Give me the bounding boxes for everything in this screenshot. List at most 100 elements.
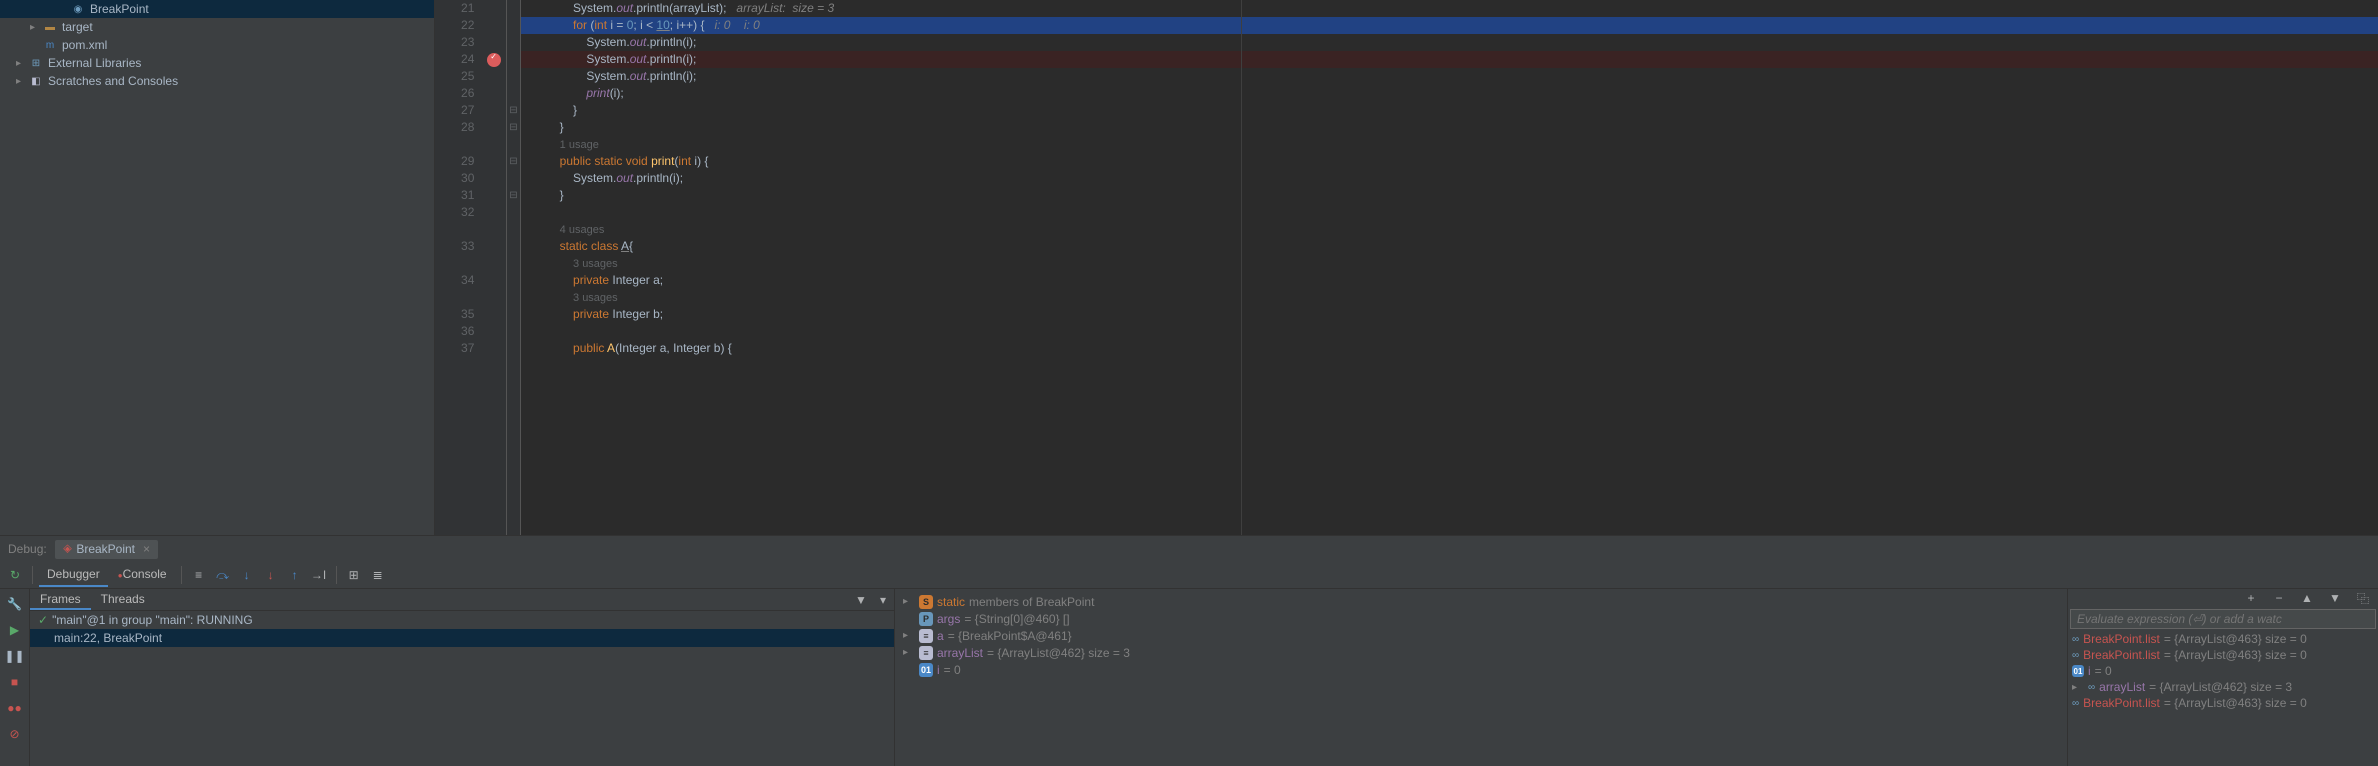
line-number[interactable]: 30 <box>435 170 474 187</box>
expand-icon[interactable]: ▸ <box>16 76 28 87</box>
expand-icon[interactable]: ▸ <box>903 647 915 658</box>
tree-label: pom.xml <box>62 38 107 52</box>
expand-icon[interactable]: ▸ <box>903 596 915 607</box>
var-row[interactable]: ▸ S static members of BreakPoint <box>899 593 2063 610</box>
variables-panel[interactable]: ▸ S static members of BreakPoint P args … <box>895 589 2068 766</box>
frame-label: main:22, BreakPoint <box>54 631 162 645</box>
expand-icon[interactable]: ▸ <box>30 22 42 33</box>
move-up-button[interactable]: ▲ <box>2296 587 2318 609</box>
code-text[interactable]: System.out.println(arrayList); arrayList… <box>521 0 2378 535</box>
line-number[interactable]: 22 <box>435 17 474 34</box>
pause-button[interactable]: ❚❚ <box>4 645 26 667</box>
step-into-button[interactable]: ↓ <box>236 564 258 586</box>
fold-icon[interactable]: ⊟ <box>507 102 520 119</box>
tree-label: External Libraries <box>48 56 141 70</box>
watch-row[interactable]: ∞BreakPoint.list = {ArrayList@463} size … <box>2068 631 2378 647</box>
link-icon: ∞ <box>2072 634 2079 645</box>
tab-frames[interactable]: Frames <box>30 589 91 610</box>
fold-icon[interactable]: ⊟ <box>507 187 520 204</box>
watch-row[interactable]: ∞BreakPoint.list = {ArrayList@463} size … <box>2068 647 2378 663</box>
line-number[interactable]: 37 <box>435 340 474 357</box>
evaluate-input[interactable] <box>2070 609 2376 629</box>
view-breakpoints-button[interactable]: ●● <box>4 697 26 719</box>
line-number[interactable]: 21 <box>435 0 474 17</box>
tree-item-pom[interactable]: m pom.xml <box>0 36 434 54</box>
add-watch-button[interactable]: + <box>2240 587 2262 609</box>
line-number[interactable]: 23 <box>435 34 474 51</box>
var-row[interactable]: ▸ ≡ arrayList = {ArrayList@462} size = 3 <box>899 644 2063 661</box>
expand-icon[interactable]: ▸ <box>903 630 915 641</box>
step-over-button[interactable]: ⤼ <box>212 564 234 586</box>
tree-item-external[interactable]: ▸ ⊞ External Libraries <box>0 54 434 72</box>
chevron-down-icon[interactable]: ▾ <box>872 589 894 611</box>
line-number[interactable]: 25 <box>435 68 474 85</box>
line-number[interactable]: 28 <box>435 119 474 136</box>
breakpoint-column[interactable]: ✓ <box>482 0 506 535</box>
int-badge-icon: 01 <box>919 663 933 677</box>
tab-debugger[interactable]: Debugger <box>39 563 108 587</box>
int-badge-icon: 01 <box>2072 665 2084 677</box>
expand-icon[interactable]: ▸ <box>16 58 28 69</box>
remove-watch-button[interactable]: − <box>2268 587 2290 609</box>
line-number[interactable]: 26 <box>435 85 474 102</box>
tab-console[interactable]: ●Console <box>110 563 175 587</box>
step-out-button[interactable]: ↑ <box>284 564 306 586</box>
watch-row[interactable]: 01i = 0 <box>2068 663 2378 679</box>
object-badge-icon: ≡ <box>919 646 933 660</box>
link-icon: ∞ <box>2072 698 2079 709</box>
run-to-cursor-button[interactable]: →I <box>308 564 330 586</box>
filter-icon[interactable]: ▼ <box>850 589 872 611</box>
line-number[interactable]: 36 <box>435 323 474 340</box>
thread-row[interactable]: ✓ "main"@1 in group "main": RUNNING <box>30 611 894 629</box>
usage-hint[interactable]: 3 usages <box>573 292 618 304</box>
fold-column[interactable]: ⊟ ⊟ ⊟ ⊟ <box>507 0 521 535</box>
object-badge-icon: ≡ <box>919 629 933 643</box>
mute-breakpoints-button[interactable]: ⊘ <box>4 723 26 745</box>
usage-hint[interactable]: 1 usage <box>560 139 599 151</box>
copy-button[interactable]: ⿻ <box>2352 587 2374 609</box>
class-icon: ◉ <box>70 1 86 17</box>
line-number[interactable]: 31 <box>435 187 474 204</box>
check-icon: ✓ <box>38 613 48 627</box>
var-row[interactable]: ▸ ≡ a = {BreakPoint$A@461} <box>899 627 2063 644</box>
tree-item-target[interactable]: ▸ ▬ target <box>0 18 434 36</box>
line-number[interactable]: 24 <box>435 51 474 68</box>
breakpoint-icon[interactable]: ✓ <box>487 53 501 67</box>
var-row[interactable]: 01 i = 0 <box>899 661 2063 678</box>
usage-hint <box>435 289 474 306</box>
watch-row[interactable]: ∞BreakPoint.list = {ArrayList@463} size … <box>2068 695 2378 711</box>
settings-button[interactable]: 🔧 <box>4 593 26 615</box>
rerun-button[interactable]: ↻ <box>4 564 26 586</box>
watches-panel[interactable]: + − ▲ ▼ ⿻ ∞BreakPoint.list = {ArrayList@… <box>2068 589 2378 766</box>
usage-hint[interactable]: 4 usages <box>560 224 605 236</box>
line-number[interactable]: 29 <box>435 153 474 170</box>
line-number[interactable]: 34 <box>435 272 474 289</box>
resume-button[interactable]: ▶ <box>4 619 26 641</box>
line-number[interactable]: 27 <box>435 102 474 119</box>
code-editor[interactable]: 21 22 23 24 25 26 27 28 29 30 31 32 33 3… <box>435 0 2378 535</box>
fold-icon[interactable]: ⊟ <box>507 119 520 136</box>
stop-button[interactable]: ■ <box>4 671 26 693</box>
watch-row[interactable]: ▸∞arrayList = {ArrayList@462} size = 3 <box>2068 679 2378 695</box>
close-icon[interactable]: × <box>143 542 150 556</box>
static-badge-icon: S <box>919 595 933 609</box>
force-step-into-button[interactable]: ↓ <box>260 564 282 586</box>
line-number[interactable]: 32 <box>435 204 474 221</box>
line-number[interactable]: 35 <box>435 306 474 323</box>
show-exec-point-button[interactable]: ≡ <box>188 564 210 586</box>
debug-config-tab[interactable]: 🞛 BreakPoint × <box>55 540 158 559</box>
frame-row[interactable]: main:22, BreakPoint <box>30 629 894 647</box>
evaluate-button[interactable]: ⊞ <box>343 564 365 586</box>
move-down-button[interactable]: ▼ <box>2324 587 2346 609</box>
tree-item-breakpoint[interactable]: ◉ BreakPoint <box>0 0 434 18</box>
fold-icon[interactable]: ⊟ <box>507 153 520 170</box>
expand-icon[interactable]: ▸ <box>2072 682 2084 693</box>
trace-button[interactable]: ≣ <box>367 564 389 586</box>
var-row[interactable]: P args = {String[0]@460} [] <box>899 610 2063 627</box>
line-number[interactable]: 33 <box>435 238 474 255</box>
tree-item-scratches[interactable]: ▸ ◧ Scratches and Consoles <box>0 72 434 90</box>
tab-threads[interactable]: Threads <box>91 589 155 610</box>
scratches-icon: ◧ <box>28 73 44 89</box>
usage-hint[interactable]: 3 usages <box>573 258 618 270</box>
project-tree[interactable]: ◉ BreakPoint ▸ ▬ target m pom.xml ▸ ⊞ Ex… <box>0 0 435 535</box>
